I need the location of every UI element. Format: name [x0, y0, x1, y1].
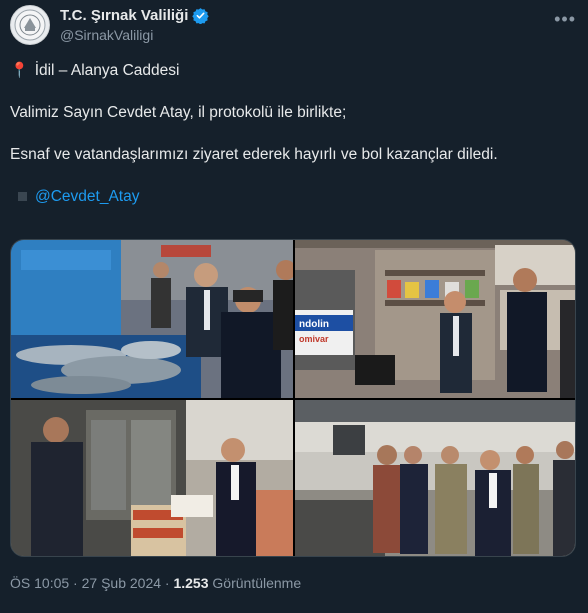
- photo-shop-interior[interactable]: ndolin omivar: [295, 240, 575, 398]
- views-label: Görüntülenme: [212, 575, 302, 591]
- tweet-header: T.C. Şırnak Valiliği @SirnakValiligi •••: [10, 5, 578, 47]
- tweet-body: 📍 İdil – Alanya Caddesi Valimiz Sayın Cev…: [10, 60, 575, 207]
- photo-grid: ndolin omivar: [10, 239, 576, 557]
- more-options-icon[interactable]: •••: [554, 9, 576, 30]
- photo-fish-stall[interactable]: [11, 240, 293, 398]
- meta-separator-2: ·: [164, 575, 170, 591]
- sign-text: ndolin: [299, 319, 329, 330]
- tweet-time[interactable]: ÖS 10:05: [10, 575, 69, 591]
- avatar[interactable]: [10, 5, 50, 45]
- paragraph-2: Esnaf ve vatandaşlarımızı ziyaret ederek…: [10, 146, 498, 163]
- tweet-meta: ÖS 10:05 · 27 Şub 2024 · 1.253 Görüntüle…: [10, 575, 301, 591]
- photo-street-officials[interactable]: [295, 400, 575, 556]
- mention-link[interactable]: @Cevdet_Atay: [35, 186, 139, 207]
- location-line: İdil – Alanya Caddesi: [34, 62, 180, 79]
- emblem-icon: [14, 9, 46, 41]
- location-pin-icon: 📍: [10, 62, 29, 79]
- photo-store-entrance[interactable]: [11, 400, 293, 556]
- views-count: 1.253: [173, 575, 209, 591]
- bullet-square-icon: [18, 192, 27, 201]
- verified-badge-icon: [192, 8, 210, 24]
- sign-text-2: omivar: [299, 334, 329, 344]
- paragraph-1: Valimiz Sayın Cevdet Atay, il protokolü …: [10, 104, 347, 121]
- meta-separator: ·: [73, 575, 78, 591]
- tweet-date[interactable]: 27 Şub 2024: [82, 575, 161, 591]
- display-name[interactable]: T.C. Şırnak Valiliği: [60, 7, 188, 24]
- handle[interactable]: @SirnakValiligi: [60, 27, 209, 43]
